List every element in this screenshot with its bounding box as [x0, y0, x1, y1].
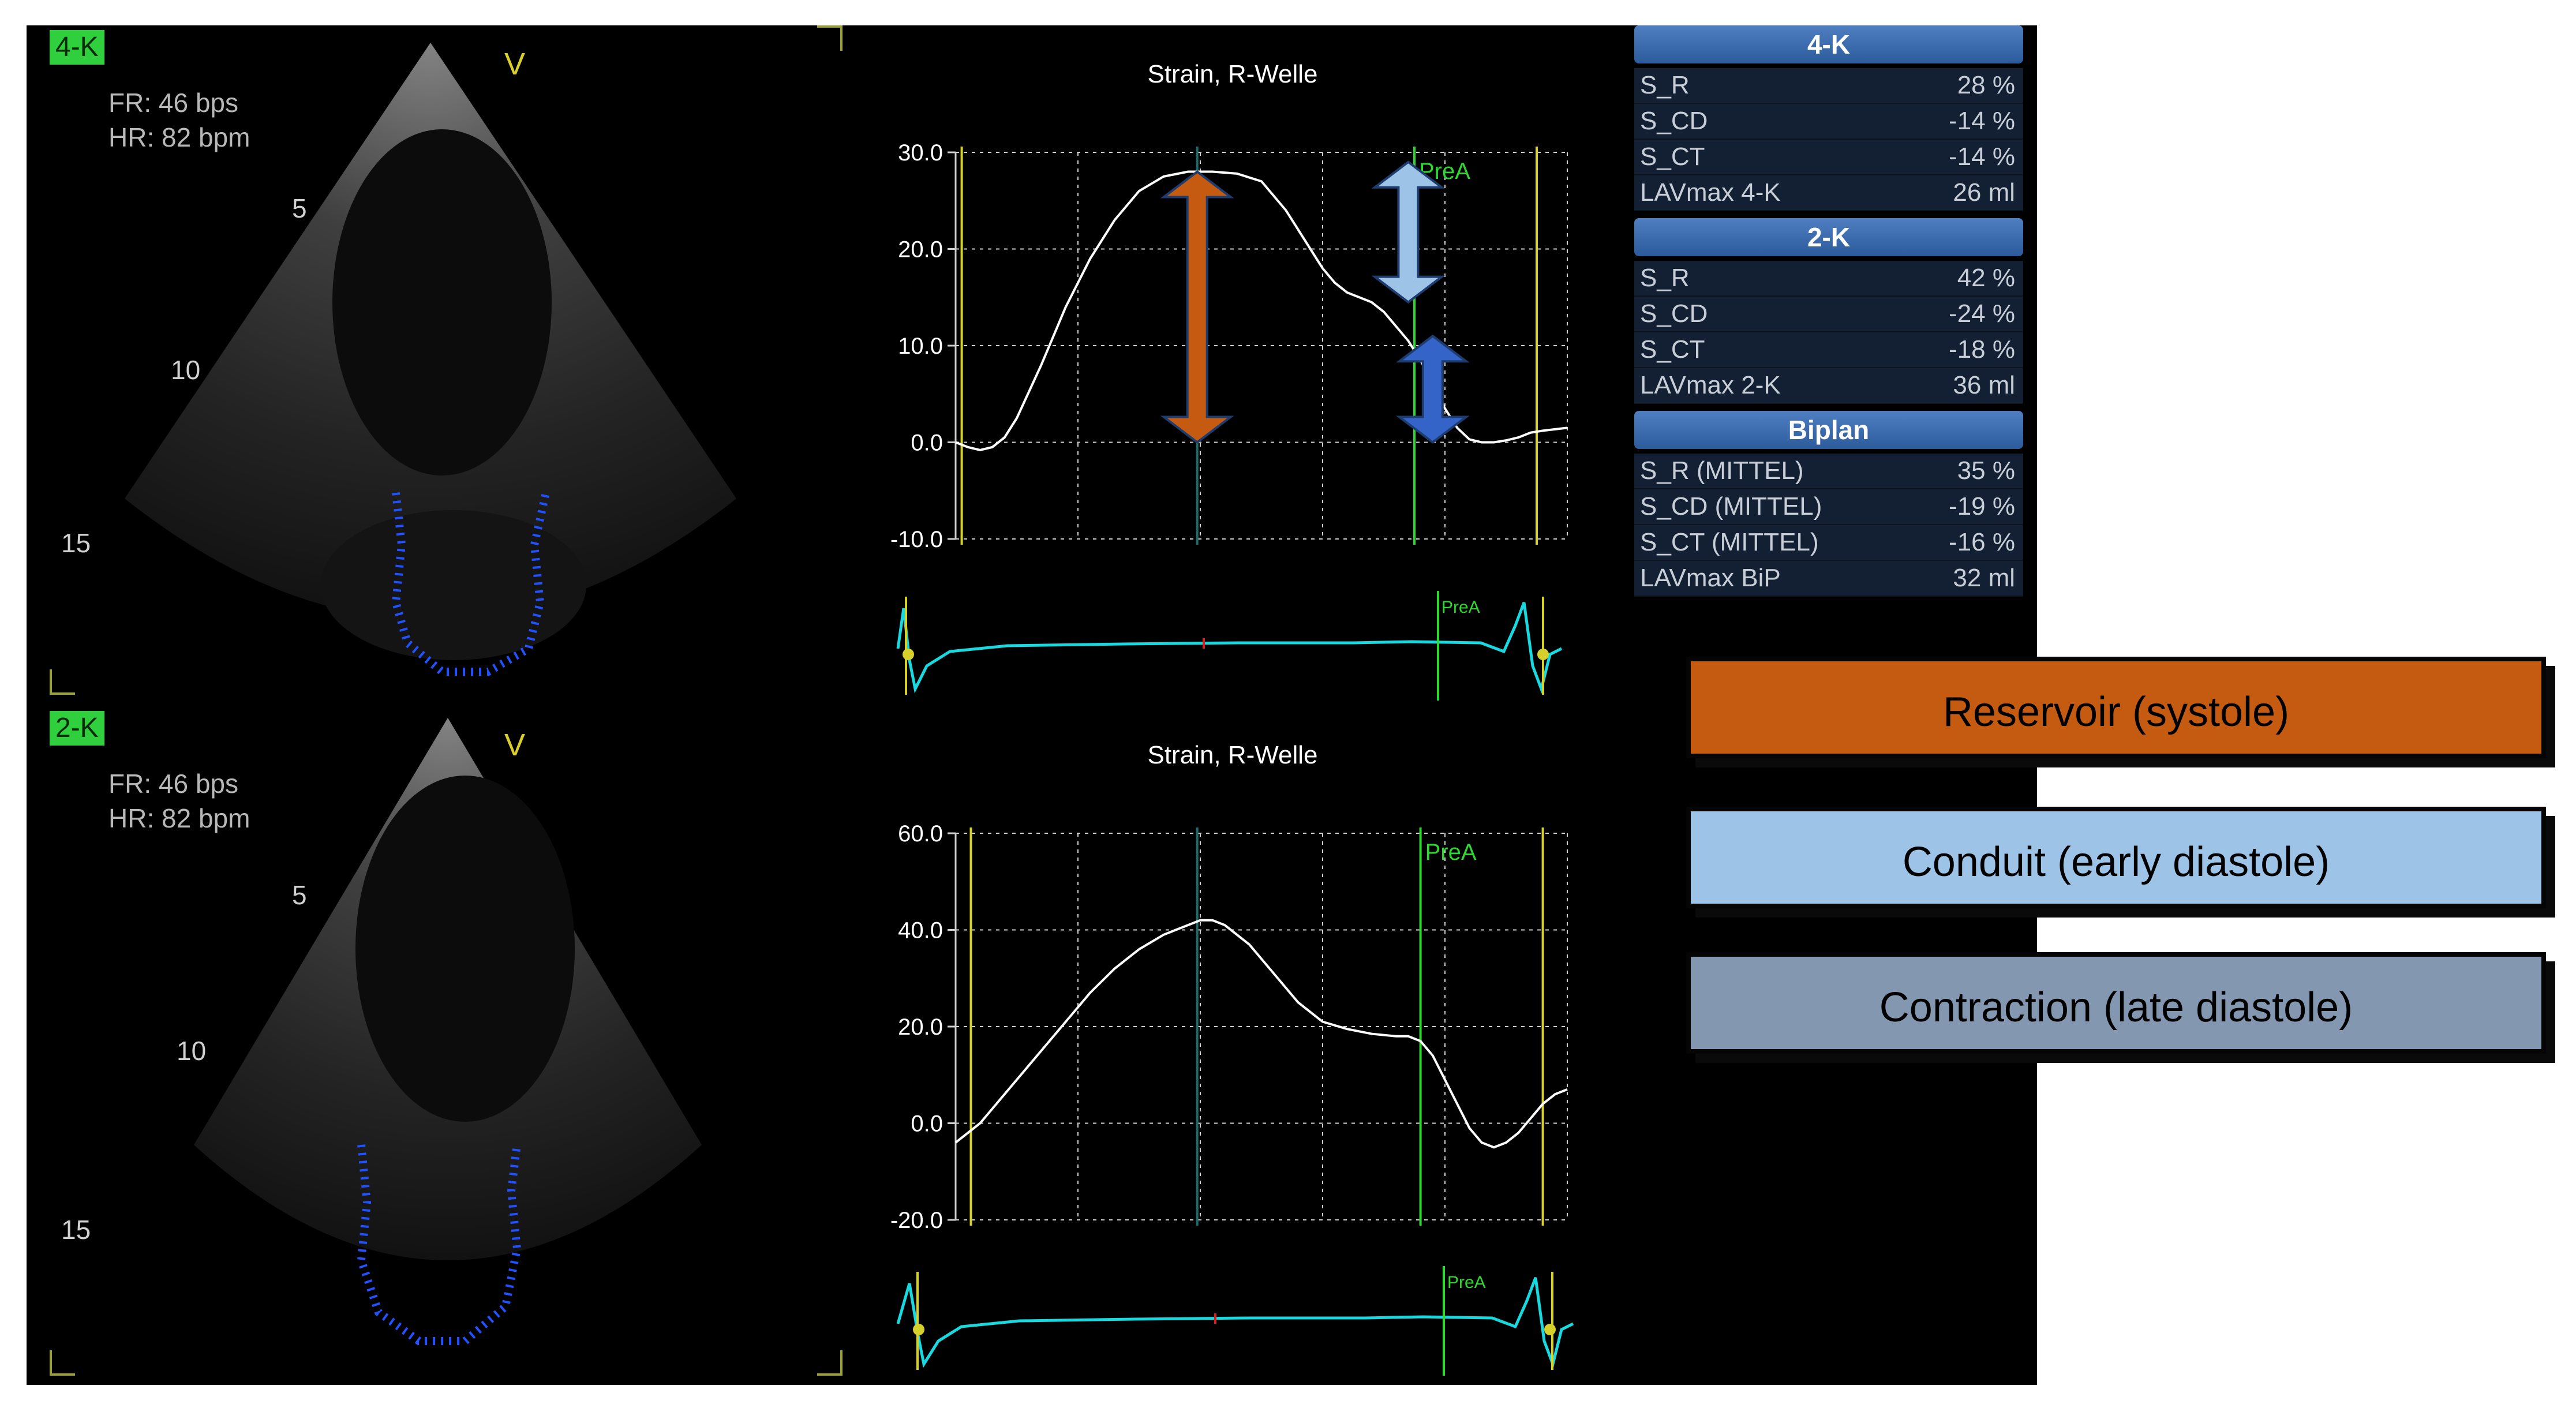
y-tick-label: -20.0: [890, 1208, 943, 1233]
y-tick-label: 20.0: [898, 1014, 943, 1040]
y-tick-label: -10.0: [890, 527, 943, 552]
result-key: S_CD: [1640, 107, 1708, 135]
result-value: 28 %: [1957, 71, 2015, 99]
view-badge: 2-K: [50, 711, 104, 746]
echo-view-4k: 4-K FR: 46 bps HR: 82 bpm V 5 10 15: [27, 25, 843, 701]
result-row: S_CT -18 %: [1634, 332, 2023, 368]
frame-corner: [50, 1350, 75, 1376]
strain-plot-4k: 30.020.010.00.0-10.0PreA: [890, 140, 1568, 552]
result-key: S_CT (MITTEL): [1640, 528, 1819, 556]
legend-reservoir: Reservoir (systole): [1686, 657, 2546, 758]
result-key: S_CD: [1640, 299, 1708, 328]
depth-label-10: 10: [171, 355, 201, 385]
depth-label-15: 15: [61, 528, 91, 558]
orientation-marker: V: [504, 728, 526, 762]
result-key: LAVmax BiP: [1640, 564, 1781, 592]
result-value: 42 %: [1957, 264, 2015, 292]
ecg-strip-4k: PreA: [892, 591, 1642, 701]
echo-view-2k: 2-K FR: 46 bps HR: 82 bpm V 5 10 15: [27, 706, 843, 1381]
section-header-4k: 4-K: [1634, 25, 2023, 63]
heart-rate: HR: 82 bpm: [108, 803, 250, 833]
result-value: 35 %: [1957, 456, 2015, 485]
ecg-strip-2k: PreA: [892, 1266, 1642, 1376]
result-key: S_R: [1640, 71, 1690, 99]
legend-conduit: Conduit (early diastole): [1686, 807, 2546, 908]
frame-corner: [817, 1350, 843, 1376]
frame-rate: FR: 46 bps: [108, 769, 238, 799]
result-row: S_CD -14 %: [1634, 104, 2023, 140]
y-tick-label: 40.0: [898, 918, 943, 943]
y-tick-label: 0.0: [911, 1111, 943, 1137]
result-row: LAVmax 4-K 26 ml: [1634, 175, 2023, 211]
result-value: 26 ml: [1953, 178, 2015, 207]
strain-chart-2k: Strain, R-Welle 60.0 40.0 20.0 0.0 -20.0 PreA: [846, 741, 1619, 1260]
result-value: -24 %: [1949, 299, 2015, 328]
results-panel: 4-K S_R 28 % S_CD -14 % S_CT -14 % LAVmax 4…: [1623, 25, 2037, 602]
result-value: -19 %: [1949, 492, 2015, 520]
depth-label-5: 5: [292, 193, 307, 223]
ecg-trace-2k: PreA: [896, 1266, 1574, 1376]
frame-corner: [817, 25, 843, 51]
result-key: LAVmax 2-K: [1640, 371, 1781, 399]
result-key: S_CT: [1640, 335, 1705, 364]
conduit-arrow-icon: [1371, 160, 1446, 304]
result-key: S_R (MITTEL): [1640, 456, 1804, 485]
result-row: S_CT -14 %: [1634, 140, 2023, 175]
y-tick-label: 60.0: [898, 821, 943, 847]
depth-label-15: 15: [61, 1215, 91, 1245]
event-marker-label: PreA: [1425, 840, 1477, 865]
result-key: S_R: [1640, 264, 1690, 292]
ecg-marker-label: PreA: [1441, 598, 1480, 617]
result-value: -14 %: [1949, 143, 2015, 171]
result-row: S_CD (MITTEL) -19 %: [1634, 489, 2023, 525]
ecg-trace-4k: PreA: [896, 591, 1563, 701]
reservoir-arrow-icon: [1160, 170, 1234, 444]
y-tick-label: 10.0: [898, 334, 943, 359]
result-row: S_R (MITTEL) 35 %: [1634, 454, 2023, 489]
acquisition-info: FR: 46 bps HR: 82 bpm: [108, 85, 250, 155]
result-row: LAVmax BiP 32 ml: [1634, 561, 2023, 597]
strain-curve: [955, 170, 1568, 451]
frame-rate: FR: 46 bps: [108, 88, 238, 118]
frame-corner: [50, 669, 75, 695]
view-badge: 4-K: [50, 30, 104, 65]
result-key: LAVmax 4-K: [1640, 178, 1781, 207]
result-row: S_R 42 %: [1634, 261, 2023, 297]
strain-chart-4k: Strain, R-Welle 30.0 20.0 10.0 0.0 -10.0 PreA: [846, 60, 1619, 579]
section-header-2k: 2-K: [1634, 218, 2023, 256]
depth-label-10: 10: [177, 1036, 207, 1066]
result-value: -18 %: [1949, 335, 2015, 364]
depth-label-5: 5: [292, 880, 307, 910]
result-row: S_CD -24 %: [1634, 297, 2023, 332]
ecg-marker-label: PreA: [1447, 1273, 1486, 1292]
section-header-biplan: Biplan: [1634, 411, 2023, 449]
y-tick-label: 20.0: [898, 237, 943, 263]
result-value: -14 %: [1949, 107, 2015, 135]
heart-rate: HR: 82 bpm: [108, 122, 250, 152]
result-value: 32 ml: [1953, 564, 2015, 592]
result-key: S_CT: [1640, 143, 1705, 171]
orientation-marker: V: [504, 47, 526, 81]
result-value: -16 %: [1949, 528, 2015, 556]
legend-contraction: Contraction (late diastole): [1686, 952, 2546, 1054]
y-tick-label: 0.0: [911, 430, 943, 456]
acquisition-info: FR: 46 bps HR: 82 bpm: [108, 766, 250, 836]
y-tick-label: 30.0: [898, 140, 943, 166]
result-key: S_CD (MITTEL): [1640, 492, 1822, 520]
result-row: LAVmax 2-K 36 ml: [1634, 368, 2023, 404]
result-value: 36 ml: [1953, 371, 2015, 399]
result-row: S_CT (MITTEL) -16 %: [1634, 525, 2023, 561]
strain-curve: [954, 919, 1568, 1149]
strain-plot-2k: 60.0 40.0 20.0 0.0 -20.0 PreA: [890, 821, 1568, 1233]
result-row: S_R 28 %: [1634, 68, 2023, 104]
